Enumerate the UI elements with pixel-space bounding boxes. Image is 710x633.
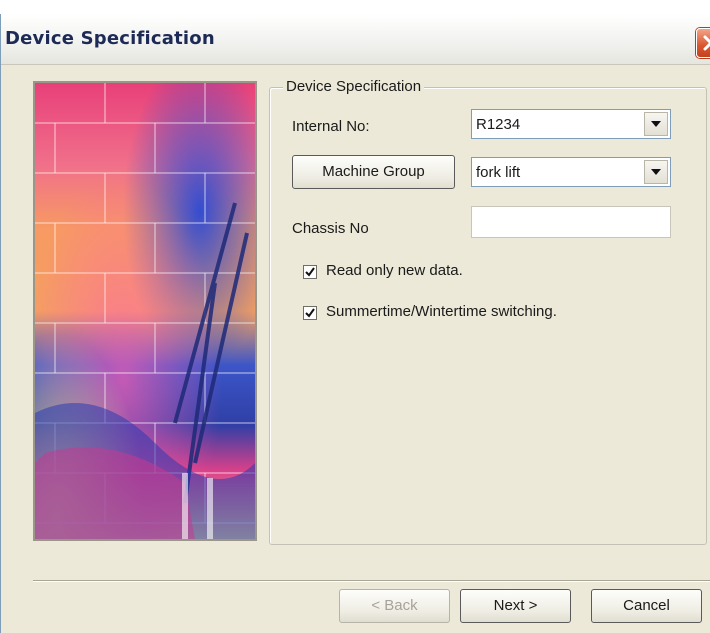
window-title: Device Specification — [5, 28, 215, 49]
machine-group-button[interactable]: Machine Group — [292, 155, 455, 189]
read-only-new-data-label: Read only new data. — [326, 262, 463, 279]
wizard-graffiti-image — [33, 81, 257, 541]
checkmark-icon — [305, 308, 315, 318]
read-only-new-data-checkbox[interactable] — [303, 265, 317, 279]
chassis-no-label: Chassis No — [292, 220, 369, 237]
internal-no-dropdown-arrow[interactable] — [644, 112, 668, 136]
chevron-down-icon — [651, 121, 661, 127]
internal-no-label: Internal No: — [292, 118, 370, 135]
back-button[interactable]: < Back — [339, 589, 450, 623]
internal-no-value: R1234 — [476, 116, 521, 133]
close-icon — [703, 35, 710, 51]
title-bar: Device Specification — [1, 14, 710, 65]
machine-group-dropdown[interactable]: fork lift — [471, 157, 671, 187]
summertime-switching-label: Summertime/Wintertime switching. — [326, 303, 557, 320]
chevron-down-icon — [651, 169, 661, 175]
group-title: Device Specification — [283, 78, 425, 95]
internal-no-dropdown[interactable]: R1234 — [471, 109, 671, 139]
chassis-no-input[interactable] — [471, 206, 671, 238]
close-button[interactable] — [696, 28, 710, 58]
cancel-button[interactable]: Cancel — [591, 589, 702, 623]
summertime-switching-checkbox[interactable] — [303, 306, 317, 320]
device-specification-dialog: Device Specification Device Specificatio… — [0, 14, 710, 633]
machine-group-value: fork lift — [476, 164, 521, 181]
footer-separator — [33, 580, 710, 582]
machine-group-dropdown-arrow[interactable] — [644, 160, 668, 184]
next-button[interactable]: Next > — [460, 589, 571, 623]
checkmark-icon — [305, 267, 315, 277]
